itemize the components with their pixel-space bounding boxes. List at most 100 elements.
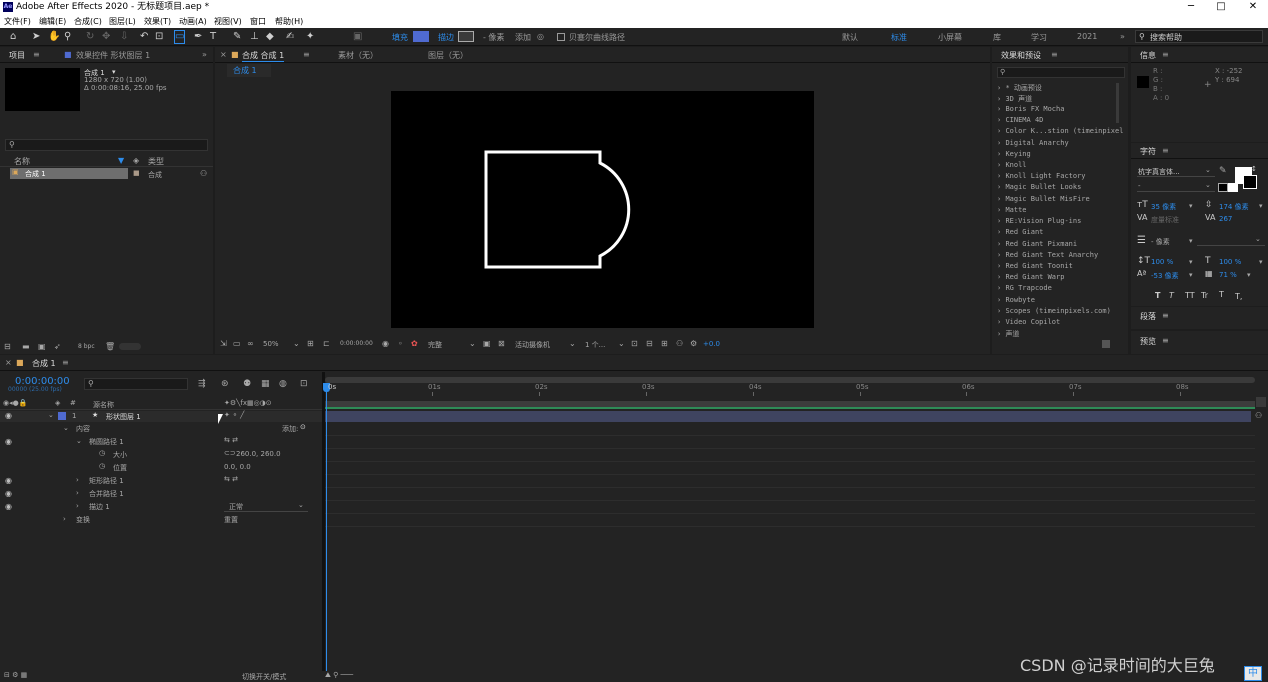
expand-arrow-icon[interactable]: › bbox=[76, 502, 79, 510]
add-circle-icon[interactable]: ◎ bbox=[537, 32, 544, 41]
eyedropper-icon[interactable]: ✎ bbox=[1219, 166, 1227, 176]
eye-icon[interactable]: ◉ bbox=[5, 437, 12, 446]
more-workspaces-icon[interactable]: » bbox=[1120, 32, 1125, 41]
draft-3d-icon[interactable]: ⊛ bbox=[221, 379, 229, 389]
effect-category[interactable]: › 3D 声道 bbox=[997, 94, 1032, 104]
composition-canvas[interactable] bbox=[391, 91, 814, 328]
clone-tool-icon[interactable]: ⊥ bbox=[250, 31, 259, 43]
close-tab-icon[interactable]: × bbox=[220, 50, 227, 59]
chevron-down-icon[interactable]: ⌄ bbox=[293, 339, 300, 348]
camera-dropdown[interactable]: 活动摄像机 bbox=[515, 340, 550, 350]
chevron-down-icon[interactable]: ▾ bbox=[1189, 258, 1193, 266]
vertical-scale-value[interactable]: 100 % bbox=[1151, 258, 1173, 266]
effect-category[interactable]: › RE:Vision Plug-ins bbox=[997, 217, 1081, 225]
pan-behind-icon[interactable]: ⇩ bbox=[120, 31, 128, 43]
effects-title[interactable]: 效果和预设 bbox=[1001, 50, 1041, 61]
rectangle-tool-icon[interactable]: ▭ bbox=[173, 30, 186, 44]
panel-menu-icon[interactable]: ≡ bbox=[33, 50, 40, 59]
comp-subtab[interactable]: 合成 1 bbox=[227, 64, 271, 77]
workspace-standard[interactable]: 标准 bbox=[891, 32, 907, 43]
small-caps-button[interactable]: Tr bbox=[1201, 291, 1208, 300]
maximize-button[interactable]: □ bbox=[1206, 0, 1236, 14]
panel-menu-icon[interactable]: ≡ bbox=[1162, 146, 1169, 155]
glasses-icon[interactable]: ∞ bbox=[247, 339, 254, 348]
effect-category[interactable]: › CINEMA 4D bbox=[997, 116, 1043, 124]
channel-icon[interactable]: ✿ bbox=[411, 339, 418, 348]
menu-view[interactable]: 视图(V) bbox=[214, 16, 242, 27]
chevron-down-icon[interactable]: ⌄ bbox=[618, 339, 625, 348]
menu-effect[interactable]: 效果(T) bbox=[144, 16, 171, 27]
collapse-arrow-icon[interactable]: ⌄ bbox=[63, 424, 69, 432]
effect-category[interactable]: › Digital Anarchy bbox=[997, 139, 1069, 147]
effect-category[interactable]: › 声道 bbox=[997, 329, 1019, 339]
effect-category[interactable]: › Red Giant bbox=[997, 228, 1043, 236]
exposure-value[interactable]: +0.0 bbox=[703, 340, 720, 348]
horizontal-scale-value[interactable]: 100 % bbox=[1219, 258, 1241, 266]
effect-category[interactable]: › Scopes (timeinpixels.com) bbox=[997, 307, 1111, 315]
preview-title[interactable]: 预览 bbox=[1140, 336, 1156, 347]
anchor-tool-icon[interactable]: ⊡ bbox=[155, 31, 163, 43]
table-row[interactable]: ◉ › 描边 1 正常 ⌄ bbox=[0, 501, 322, 513]
pen-tool-icon[interactable]: ✒ bbox=[194, 31, 202, 43]
chevron-down-icon[interactable]: ▾ bbox=[1259, 202, 1263, 210]
black-swatch[interactable] bbox=[1218, 183, 1228, 192]
align-icon[interactable]: ▣ bbox=[353, 31, 362, 43]
blend-mode-dropdown[interactable]: 正常 ⌄ bbox=[224, 501, 308, 512]
trash-icon[interactable]: 🗑 bbox=[105, 342, 115, 351]
rotate-tool-icon[interactable]: ↻ bbox=[86, 31, 94, 43]
reset-exposure-icon[interactable]: ⚙ bbox=[690, 339, 697, 348]
show-snapshot-icon[interactable]: ⚬ bbox=[397, 339, 404, 348]
collapse-arrow-icon[interactable]: ⌄ bbox=[48, 411, 54, 419]
menu-file[interactable]: 文件(F) bbox=[4, 16, 31, 27]
resolution-dropdown[interactable]: 完整 bbox=[428, 340, 442, 350]
effect-category[interactable]: › Magic Bullet MisFire bbox=[997, 195, 1090, 203]
av-switches-icon[interactable]: ◉◂●🔒 bbox=[3, 399, 27, 407]
table-row[interactable]: ◷ 大小 ⊂⊃ 260.0, 260.0 bbox=[0, 449, 322, 461]
dropdown-arrow-icon[interactable]: ▾ bbox=[112, 68, 116, 76]
stopwatch-icon[interactable]: ◷ bbox=[99, 462, 105, 470]
link-icon[interactable]: ⊂⊃ bbox=[224, 449, 236, 457]
safe-area-icon[interactable]: ⊞ bbox=[307, 339, 314, 348]
effect-category[interactable]: › * 动画预设 bbox=[997, 83, 1042, 93]
stopwatch-icon[interactable]: ◷ bbox=[99, 449, 105, 457]
effect-category[interactable]: › Red Giant Toonit bbox=[997, 262, 1073, 270]
effects-scrollbar[interactable] bbox=[1116, 83, 1119, 123]
interpret-icon[interactable]: ⊟ bbox=[4, 342, 11, 351]
layer-label-color[interactable] bbox=[58, 412, 66, 420]
roto-tool-icon[interactable]: ✍ bbox=[286, 31, 294, 43]
menu-window[interactable]: 窗口 bbox=[250, 16, 266, 27]
bezier-checkbox[interactable] bbox=[557, 33, 565, 41]
layer-name[interactable]: 形状图层 1 bbox=[106, 412, 141, 422]
property-value[interactable]: 260.0, 260.0 bbox=[236, 450, 281, 458]
effect-category[interactable]: › Color K...stion (timeinpixel bbox=[997, 127, 1123, 135]
reset-link[interactable]: 重置 bbox=[224, 515, 238, 525]
panel-menu-icon[interactable]: ≡ bbox=[1162, 50, 1169, 59]
expand-arrow-icon[interactable]: › bbox=[76, 476, 79, 484]
puppet-tool-icon[interactable]: ✦ bbox=[306, 31, 314, 43]
faux-italic-button[interactable]: T bbox=[1169, 291, 1174, 300]
type-tool-icon[interactable]: T bbox=[210, 31, 216, 43]
table-row[interactable]: › 变换 重置 bbox=[0, 514, 322, 526]
flowchart-icon[interactable]: ⚇ bbox=[676, 339, 683, 348]
adjust-icon[interactable]: ➶ bbox=[54, 342, 61, 351]
menu-help[interactable]: 帮助(H) bbox=[275, 16, 303, 27]
effect-category[interactable]: › Video Copilot bbox=[997, 318, 1060, 326]
collapse-arrow-icon[interactable]: ⌄ bbox=[76, 437, 82, 445]
white-swatch[interactable] bbox=[1228, 183, 1238, 192]
leading-value[interactable]: 174 像素 bbox=[1219, 202, 1249, 212]
effect-category[interactable]: › Knoll bbox=[997, 161, 1027, 169]
path-direction-icon[interactable]: ⇆ ⇄ bbox=[224, 436, 238, 444]
effect-category[interactable]: › Magic Bullet Looks bbox=[997, 183, 1081, 191]
tsume-value[interactable]: 71 % bbox=[1219, 271, 1237, 279]
camera-tool-icon[interactable]: ✥ bbox=[102, 31, 110, 43]
stroke-label[interactable]: 描边 bbox=[438, 32, 454, 43]
shape-layer-preview[interactable] bbox=[391, 91, 814, 328]
panel-menu-icon[interactable]: ≡ bbox=[62, 358, 69, 367]
workspace-learn[interactable]: 学习 bbox=[1031, 32, 1047, 43]
comp-mini-flowchart-icon[interactable]: ⇶ bbox=[198, 379, 206, 389]
eye-icon[interactable]: ◉ bbox=[5, 476, 12, 485]
baseline-shift-value[interactable]: -53 像素 bbox=[1151, 271, 1179, 281]
table-row[interactable]: ◷ 位置 0.0, 0.0 bbox=[0, 462, 322, 474]
faux-bold-button[interactable]: T bbox=[1155, 291, 1160, 300]
roi-icon[interactable]: ▣ bbox=[483, 339, 491, 348]
